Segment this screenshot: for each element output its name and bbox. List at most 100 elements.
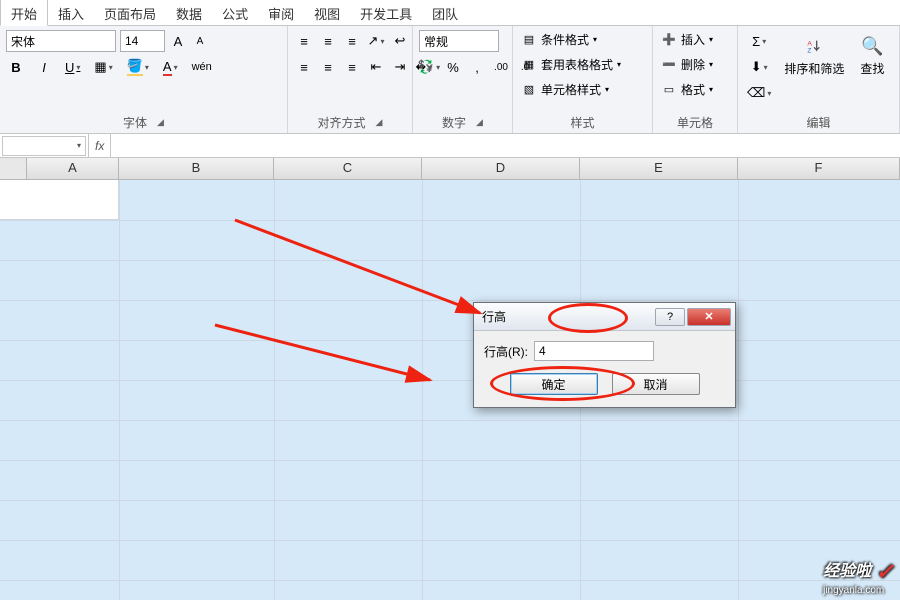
conditional-formatting-button[interactable]: ▤ 条件格式▾ <box>519 30 646 49</box>
format-as-table-button[interactable]: ▦ 套用表格格式▾ <box>519 55 646 74</box>
comma-button[interactable]: , <box>467 56 487 78</box>
fill-button[interactable]: ⬇ <box>744 56 774 78</box>
group-font: A A B I U ▦ 🪣 A wén 字体 ◢ <box>0 26 288 133</box>
cell-a1[interactable] <box>0 180 119 220</box>
format-cells-label: 格式 <box>681 81 705 98</box>
borders-button[interactable]: ▦ <box>91 56 115 78</box>
group-number: 💱 % , .00 .0 数字 ◢ <box>413 26 513 133</box>
formula-input[interactable] <box>111 136 900 156</box>
cell-styles-icon: ▧ <box>521 82 537 98</box>
borders-icon: ▦ <box>94 59 106 75</box>
col-header-d[interactable]: D <box>422 158 580 180</box>
name-box[interactable] <box>2 136 86 156</box>
ok-button[interactable]: 确定 <box>510 373 598 395</box>
column-headers: A B C D E F <box>0 158 900 180</box>
sort-filter-button[interactable]: AZ 排序和筛选 <box>780 30 848 79</box>
font-color-button[interactable]: A <box>160 56 181 78</box>
tab-insert[interactable]: 插入 <box>48 0 94 25</box>
format-as-table-icon: ▦ <box>521 57 537 73</box>
cell-styles-button[interactable]: ▧ 单元格样式▾ <box>519 80 646 99</box>
orientation-button[interactable]: ↗ <box>366 30 386 52</box>
align-right-button[interactable]: ≡ <box>342 56 362 78</box>
bold-button[interactable]: B <box>6 56 26 78</box>
watermark-sub: jingyanla.com <box>823 585 894 596</box>
tab-formulas[interactable]: 公式 <box>212 0 258 25</box>
conditional-formatting-icon: ▤ <box>521 32 537 48</box>
col-header-b[interactable]: B <box>119 158 274 180</box>
tab-developer[interactable]: 开发工具 <box>350 0 422 25</box>
group-cells: ➕插入▾ ➖删除▾ ▭格式▾ 单元格 <box>653 26 738 133</box>
group-cells-label: 单元格 <box>677 114 713 131</box>
tab-review[interactable]: 审阅 <box>258 0 304 25</box>
font-name-select[interactable] <box>6 30 116 52</box>
spreadsheet-grid[interactable]: A B C D E F <box>0 158 900 180</box>
row-height-label: 行高(R): <box>484 343 528 360</box>
tab-pagelayout[interactable]: 页面布局 <box>94 0 166 25</box>
group-alignment: ≡ ≡ ≡ ↗ ↩ ≡ ≡ ≡ ⇤ ⇥ ⬌ 对齐方式 ◢ <box>288 26 413 133</box>
eraser-icon: ⌫ <box>747 85 765 101</box>
fx-button[interactable]: fx <box>88 134 111 157</box>
watermark: 经验啦 ✓ jingyanla.com <box>823 557 894 596</box>
col-header-c[interactable]: C <box>274 158 422 180</box>
find-icon: 🔍 <box>858 32 886 60</box>
align-left-button[interactable]: ≡ <box>294 56 314 78</box>
autosum-button[interactable]: Σ <box>744 30 774 52</box>
svg-text:Z: Z <box>808 48 812 54</box>
phonetic-icon: wén <box>192 61 212 73</box>
row-height-dialog: 行高 ? ✕ 行高(R): 确定 取消 <box>473 302 736 408</box>
group-font-label: 字体 <box>123 114 147 131</box>
font-size-select[interactable] <box>120 30 165 52</box>
tab-home[interactable]: 开始 <box>0 0 48 26</box>
align-top-button[interactable]: ≡ <box>294 30 314 52</box>
decrease-font-icon[interactable]: A <box>191 32 209 50</box>
number-format-select[interactable] <box>419 30 499 52</box>
delete-cells-label: 删除 <box>681 56 705 73</box>
tab-team[interactable]: 团队 <box>422 0 468 25</box>
percent-button[interactable]: % <box>443 56 463 78</box>
decrease-indent-button[interactable]: ⇤ <box>366 56 386 78</box>
font-dialog-launcher[interactable]: ◢ <box>157 117 164 128</box>
find-select-button[interactable]: 🔍 查找 <box>854 30 890 79</box>
wrap-text-button[interactable]: ↩ <box>390 30 410 52</box>
cancel-button[interactable]: 取消 <box>612 373 700 395</box>
insert-cells-label: 插入 <box>681 31 705 48</box>
dialog-help-button[interactable]: ? <box>655 308 685 326</box>
font-color-icon: A <box>163 59 172 76</box>
alignment-dialog-launcher[interactable]: ◢ <box>376 117 383 128</box>
close-icon: ✕ <box>704 310 713 323</box>
sigma-icon: Σ <box>752 34 760 49</box>
col-header-f[interactable]: F <box>738 158 900 180</box>
col-header-a[interactable]: A <box>27 158 119 180</box>
align-middle-button[interactable]: ≡ <box>318 30 338 52</box>
align-center-button[interactable]: ≡ <box>318 56 338 78</box>
group-styles: ▤ 条件格式▾ ▦ 套用表格格式▾ ▧ 单元格样式▾ 样式 <box>513 26 653 133</box>
increase-indent-button[interactable]: ⇥ <box>390 56 410 78</box>
check-icon: ✓ <box>876 559 894 584</box>
select-all-corner[interactable] <box>0 158 27 180</box>
col-header-e[interactable]: E <box>580 158 738 180</box>
dialog-close-button[interactable]: ✕ <box>687 308 731 326</box>
currency-button[interactable]: 💱 <box>419 56 439 78</box>
fill-color-button[interactable]: 🪣 <box>124 56 152 78</box>
cell-area[interactable] <box>0 180 900 600</box>
help-icon: ? <box>667 311 673 323</box>
insert-cells-button[interactable]: ➕插入▾ <box>659 30 731 49</box>
clear-button[interactable]: ⌫ <box>744 82 774 104</box>
tab-view[interactable]: 视图 <box>304 0 350 25</box>
dialog-titlebar[interactable]: 行高 ? ✕ <box>474 303 735 331</box>
phonetic-button[interactable]: wén <box>189 56 215 78</box>
number-dialog-launcher[interactable]: ◢ <box>476 117 483 128</box>
format-cells-button[interactable]: ▭格式▾ <box>659 80 731 99</box>
formula-bar: fx <box>0 134 900 158</box>
delete-cells-button[interactable]: ➖删除▾ <box>659 55 731 74</box>
format-as-table-label: 套用表格格式 <box>541 56 613 73</box>
align-bottom-button[interactable]: ≡ <box>342 30 362 52</box>
increase-decimal-button[interactable]: .00 <box>491 56 511 78</box>
svg-text:A: A <box>808 40 813 47</box>
underline-button[interactable]: U <box>62 56 83 78</box>
increase-font-icon[interactable]: A <box>169 32 187 50</box>
row-height-input[interactable] <box>534 341 654 361</box>
italic-button[interactable]: I <box>34 56 54 78</box>
bucket-icon: 🪣 <box>127 58 143 76</box>
tab-data[interactable]: 数据 <box>166 0 212 25</box>
